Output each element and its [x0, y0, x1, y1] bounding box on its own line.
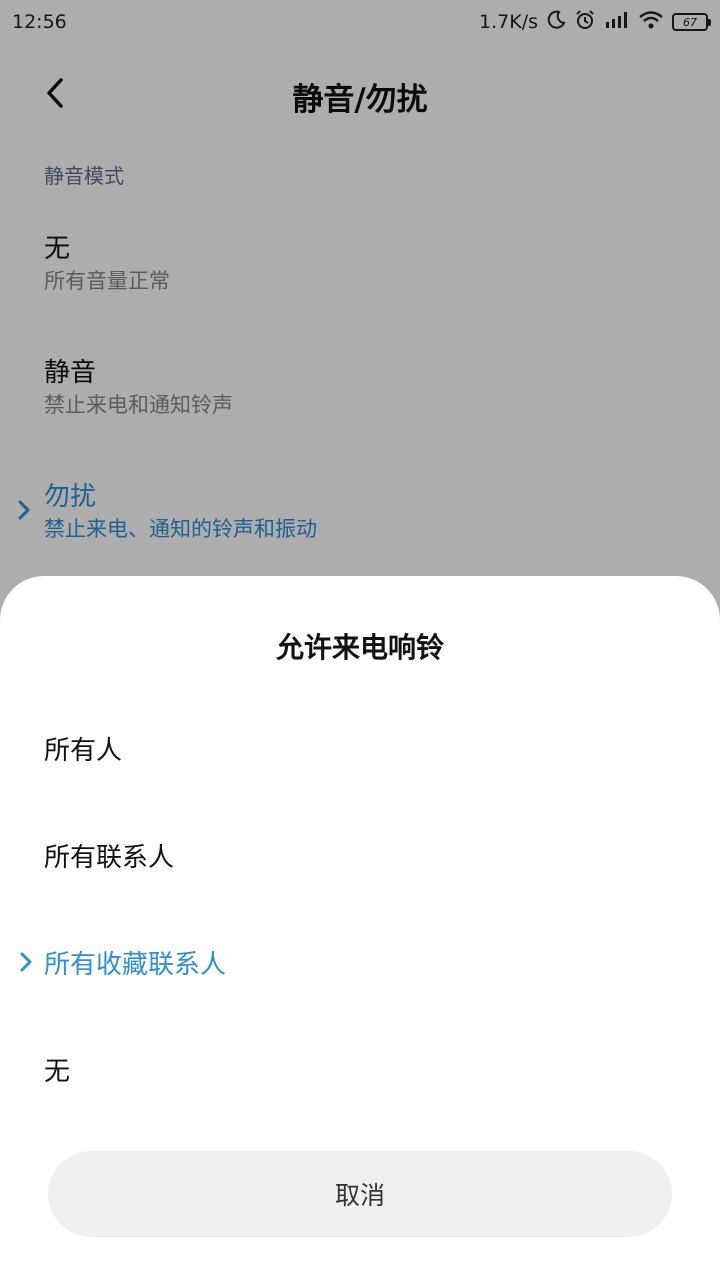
- option-starred-contacts[interactable]: 所有收藏联系人: [0, 912, 720, 1012]
- option-everyone[interactable]: 所有人: [0, 698, 720, 798]
- cancel-button[interactable]: 取消: [48, 1151, 672, 1237]
- selected-chevron-icon: [20, 952, 32, 972]
- option-label: 所有人: [44, 735, 123, 766]
- option-label: 所有收藏联系人: [44, 949, 227, 980]
- option-all-contacts[interactable]: 所有联系人: [0, 805, 720, 905]
- bottom-sheet: 允许来电响铃 所有人 所有联系人 所有收藏联系人 无 取消: [0, 576, 720, 1280]
- option-label: 所有联系人: [44, 842, 175, 873]
- option-label: 无: [44, 1056, 71, 1087]
- option-none[interactable]: 无: [0, 1019, 720, 1119]
- sheet-title: 允许来电响铃: [275, 631, 444, 664]
